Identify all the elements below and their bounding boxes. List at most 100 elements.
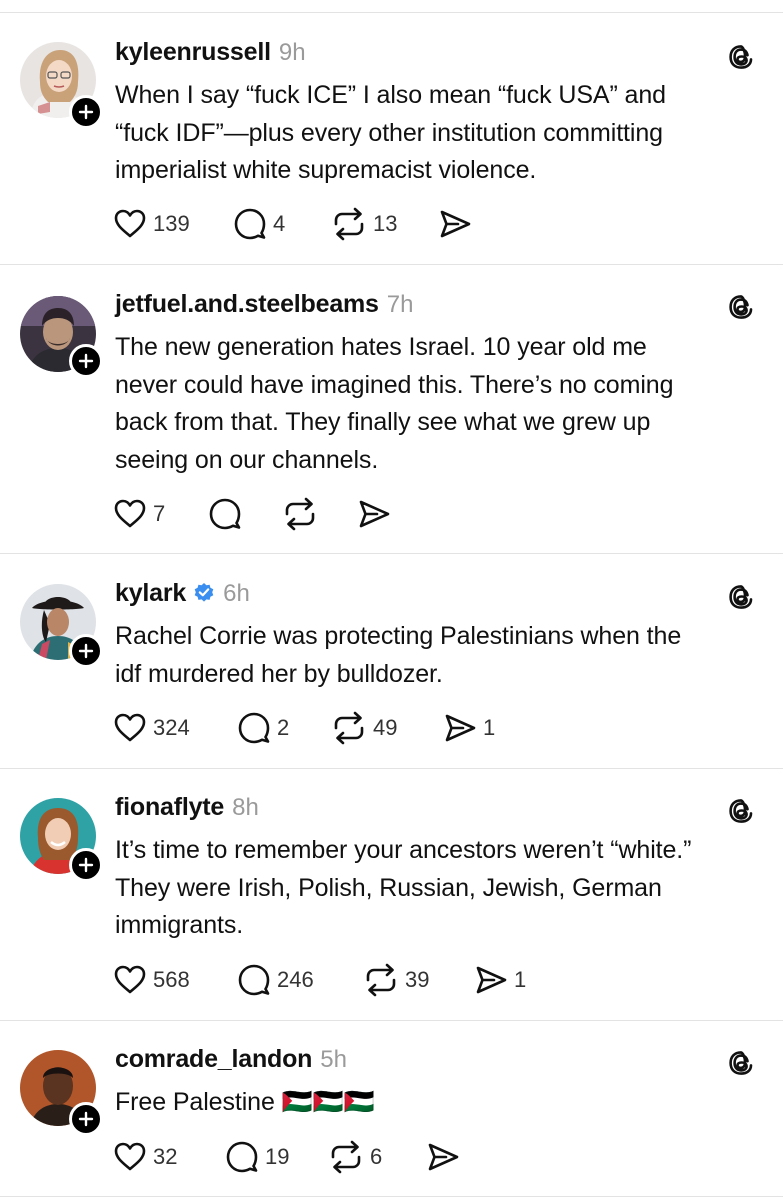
post-text: It’s time to remember your ancestors wer… — [115, 832, 755, 945]
repost-button[interactable]: 13 — [331, 204, 397, 244]
post-header: comrade_landon 5h — [115, 1045, 347, 1079]
like-button[interactable]: 139 — [113, 204, 190, 244]
reply-button[interactable] — [208, 494, 248, 534]
repost-button[interactable]: 6 — [328, 1137, 382, 1177]
reply-button[interactable]: 4 — [233, 204, 285, 244]
post-time: 7h — [386, 291, 414, 318]
like-count: 7 — [153, 501, 166, 526]
repost-button[interactable] — [282, 494, 324, 534]
like-button[interactable]: 324 — [113, 708, 190, 748]
comment-icon — [208, 497, 242, 531]
send-icon — [357, 498, 391, 530]
post-text-line: When I say “fuck ICE” I also mean “fuck … — [115, 81, 666, 109]
post-text-line: back from that. They finally see what we… — [115, 408, 651, 436]
like-count: 568 — [153, 967, 190, 992]
like-button[interactable]: 568 — [113, 960, 190, 1000]
post-text-line: It’s time to remember your ancestors wer… — [115, 836, 692, 864]
post-divider — [0, 264, 783, 265]
post-divider — [0, 1020, 783, 1021]
post-header: kylark 6h — [115, 579, 250, 613]
post-text-line: The new generation hates Israel. 10 year… — [115, 333, 647, 361]
repost-icon — [331, 711, 367, 745]
comment-icon — [233, 207, 267, 241]
post-time: 6h — [223, 580, 250, 607]
reply-button[interactable]: 2 — [237, 708, 289, 748]
post-text-line: “fuck IDF”—plus every other institution … — [115, 118, 663, 147]
post-text-line: imperialist white supremacist violence. — [115, 156, 537, 184]
comment-icon — [237, 711, 271, 745]
username[interactable]: kylark — [115, 579, 186, 608]
repost-count: 13 — [373, 211, 398, 236]
share-button[interactable] — [438, 204, 478, 244]
reply-count: 2 — [277, 715, 290, 740]
post-text: When I say “fuck ICE” I also mean “fuck … — [115, 77, 755, 190]
verified-badge-icon — [193, 581, 215, 608]
share-button[interactable]: 1 — [443, 708, 495, 748]
post-divider — [0, 1196, 783, 1197]
like-button[interactable]: 7 — [113, 494, 165, 534]
post-text: Free Palestine 🇵🇸🇵🇸🇵🇸 — [115, 1084, 755, 1122]
threads-icon[interactable] — [727, 1048, 755, 1083]
follow-plus-icon[interactable] — [69, 634, 103, 668]
reply-button[interactable]: 246 — [237, 960, 314, 1000]
repost-icon — [331, 207, 367, 241]
heart-icon — [113, 712, 147, 744]
post-divider — [0, 768, 783, 769]
post-text-line: idf murdered her by bulldozer. — [115, 659, 443, 688]
like-count: 32 — [153, 1144, 178, 1169]
heart-icon — [113, 964, 147, 996]
threads-icon[interactable] — [727, 292, 755, 327]
send-icon — [438, 208, 472, 240]
username[interactable]: comrade_landon — [115, 1045, 312, 1074]
repost-count: 49 — [373, 715, 398, 740]
threads-icon[interactable] — [727, 42, 755, 77]
post-text-line: immigrants. — [115, 911, 244, 939]
post-time: 8h — [232, 794, 259, 821]
post-time: 5h — [320, 1046, 347, 1073]
repost-icon — [328, 1140, 364, 1174]
send-icon — [474, 964, 508, 996]
post-text-line: seeing on our channels. — [115, 445, 379, 474]
like-count: 139 — [153, 211, 190, 236]
share-count: 1 — [483, 715, 496, 740]
threads-icon[interactable] — [727, 582, 755, 617]
heart-icon — [113, 208, 147, 240]
reply-count: 246 — [277, 967, 314, 992]
follow-plus-icon[interactable] — [69, 848, 103, 882]
post-text-line: Free Palestine 🇵🇸🇵🇸🇵🇸 — [115, 1088, 375, 1116]
follow-plus-icon[interactable] — [69, 95, 103, 129]
post-header: kyleenrussell 9h — [115, 38, 306, 72]
share-count: 1 — [514, 967, 527, 992]
repost-count: 39 — [405, 967, 430, 992]
repost-button[interactable]: 49 — [331, 708, 397, 748]
username[interactable]: jetfuel.and.steelbeams — [115, 290, 379, 319]
username[interactable]: kyleenrussell — [115, 38, 271, 67]
heart-icon — [113, 1141, 147, 1173]
username[interactable]: fionaflyte — [115, 793, 224, 822]
post-text-line: Rachel Corrie was protecting Palestinian… — [115, 622, 682, 650]
follow-plus-icon[interactable] — [69, 1102, 103, 1136]
reply-count: 4 — [273, 211, 286, 236]
comment-icon — [225, 1140, 259, 1174]
send-icon — [443, 712, 477, 744]
repost-icon — [282, 497, 318, 531]
like-button[interactable]: 32 — [113, 1137, 177, 1177]
repost-count: 6 — [370, 1144, 383, 1169]
like-count: 324 — [153, 715, 190, 740]
post-header: jetfuel.and.steelbeams 7h — [115, 290, 413, 324]
post-text-line: never could have imagined this. There’s … — [115, 370, 674, 399]
repost-button[interactable]: 39 — [363, 960, 429, 1000]
threads-icon[interactable] — [727, 796, 755, 831]
post-text-line: They were Irish, Polish, Russian, Jewish… — [115, 873, 662, 902]
follow-plus-icon[interactable] — [69, 344, 103, 378]
heart-icon — [113, 498, 147, 530]
share-button[interactable] — [357, 494, 397, 534]
share-button[interactable]: 1 — [474, 960, 526, 1000]
top-divider — [0, 12, 783, 13]
post-time: 9h — [278, 39, 306, 66]
send-icon — [426, 1141, 460, 1173]
post-text: Rachel Corrie was protecting Palestinian… — [115, 618, 755, 693]
reply-button[interactable]: 19 — [225, 1137, 289, 1177]
share-button[interactable] — [426, 1137, 466, 1177]
repost-icon — [363, 963, 399, 997]
